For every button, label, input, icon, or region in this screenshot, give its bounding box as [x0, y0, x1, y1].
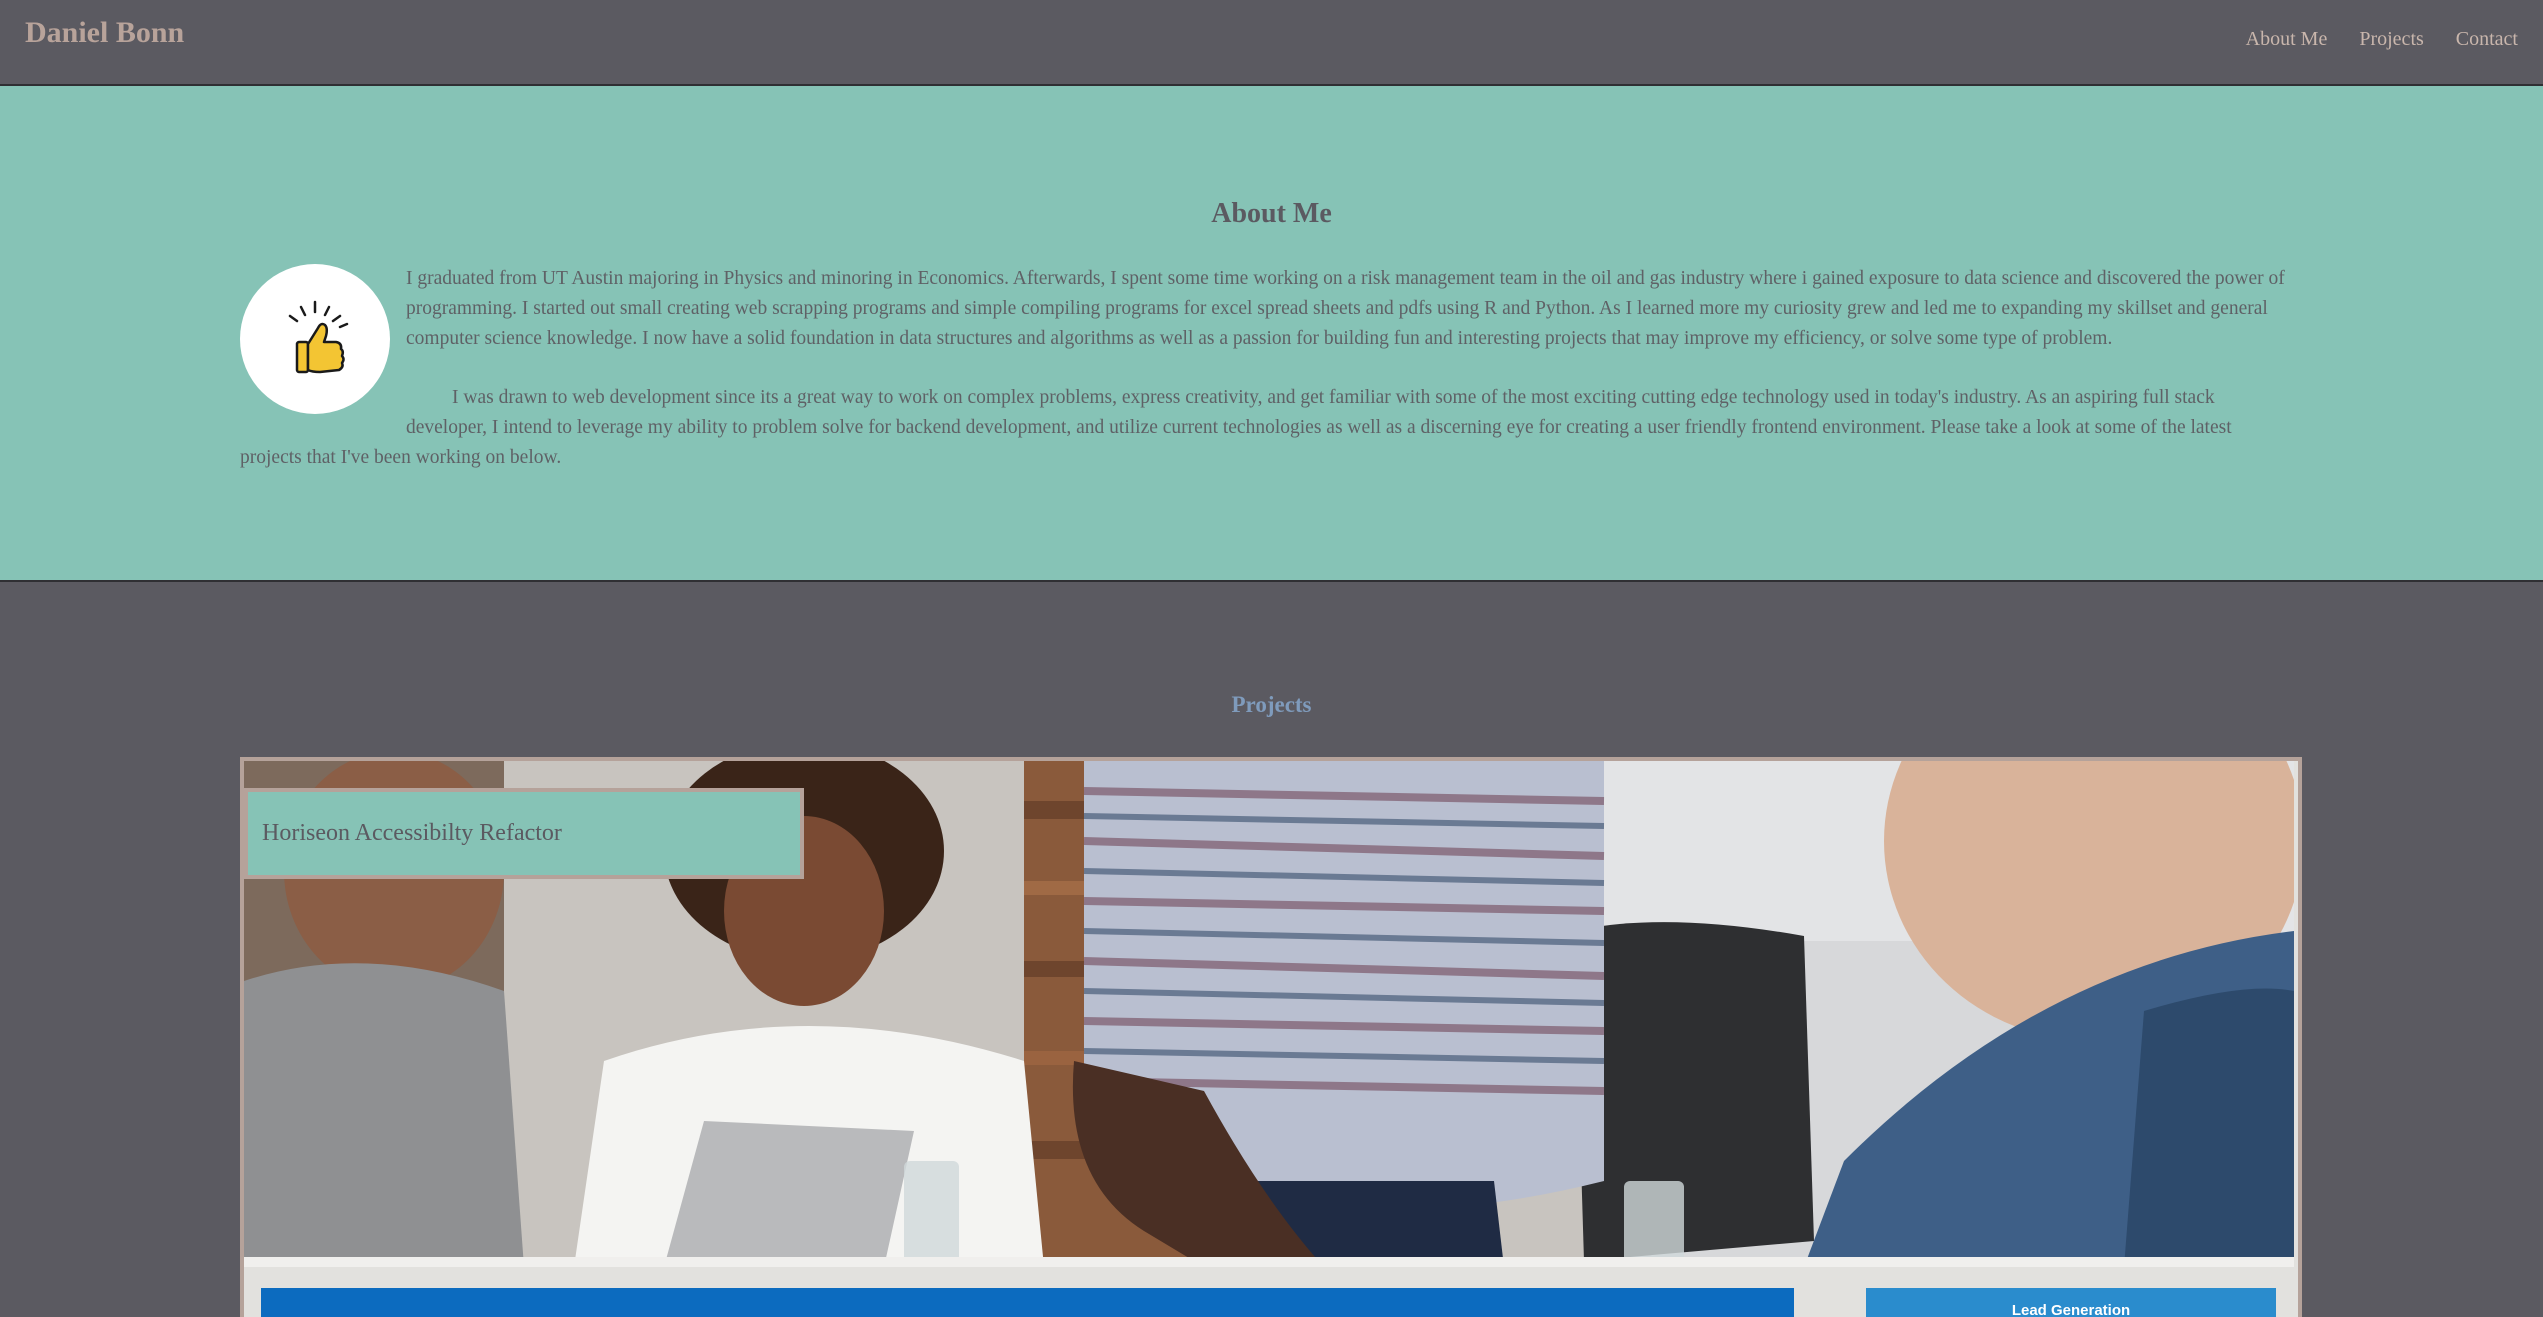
main-nav: About Me Projects Contact	[2246, 28, 2518, 51]
projects-title: Projects	[1231, 692, 1312, 717]
about-section: About Me I graduated from UT Austin majo…	[0, 86, 2543, 582]
avatar	[240, 264, 390, 414]
nav-projects[interactable]: Projects	[2359, 28, 2423, 51]
project-title-label[interactable]: Horiseon Accessibilty Refactor	[244, 788, 804, 879]
project-preview-banner	[261, 1288, 1794, 1317]
project-card[interactable]: Horiseon Accessibilty Refactor Lead Gene…	[240, 757, 2302, 1317]
about-paragraph-2: I was drawn to web development since its…	[240, 387, 2232, 468]
about-title: About Me	[1211, 198, 1332, 229]
nav-contact[interactable]: Contact	[2456, 28, 2518, 51]
lead-generation-button[interactable]: Lead Generation	[1866, 1288, 2276, 1317]
site-header: Daniel Bonn About Me Projects Contact	[0, 0, 2543, 86]
about-body: I graduated from UT Austin majoring in P…	[240, 264, 2295, 502]
nav-about-me[interactable]: About Me	[2246, 28, 2328, 51]
about-paragraph-1: I graduated from UT Austin majoring in P…	[406, 268, 2285, 349]
thumbs-up-icon	[288, 300, 349, 374]
brand-link[interactable]: Daniel Bonn	[25, 16, 184, 50]
